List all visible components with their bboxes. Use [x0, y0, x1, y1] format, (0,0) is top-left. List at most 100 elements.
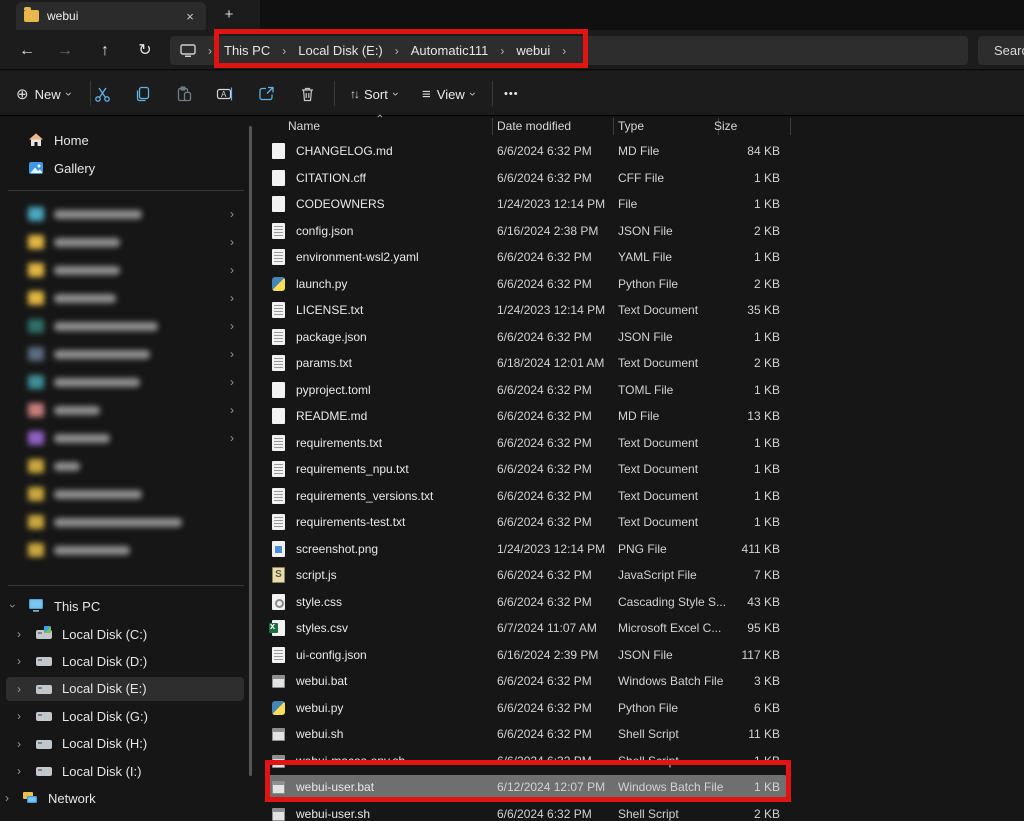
chevron-collapsed-icon[interactable]: ›	[12, 709, 26, 723]
back-button[interactable]: ←	[14, 38, 40, 64]
file-row[interactable]: CODEOWNERS 1/24/2023 12:14 PM File 1 KB	[252, 191, 792, 218]
cut-button[interactable]	[85, 79, 119, 109]
paste-button[interactable]	[167, 79, 201, 109]
chevron-collapsed-icon[interactable]: ›	[12, 627, 26, 641]
column-header-size[interactable]: Size	[714, 119, 737, 133]
new-button[interactable]: ⊕ New ›	[16, 79, 71, 109]
file-row[interactable]: webui.sh 6/6/2024 6:32 PM Shell Script 1…	[252, 721, 792, 748]
column-divider[interactable]	[613, 118, 614, 135]
tab-close-icon[interactable]: ×	[182, 9, 198, 24]
share-button[interactable]	[249, 79, 283, 109]
sidebar-pinned-item[interactable]	[6, 538, 244, 562]
column-header-date[interactable]: Date modified	[497, 119, 571, 133]
refresh-button[interactable]: ↻	[132, 38, 158, 64]
sidebar-pinned-item[interactable]	[6, 510, 244, 534]
sort-button[interactable]: ↑↓ Sort ›	[350, 79, 398, 109]
up-button[interactable]: ↑	[92, 38, 118, 64]
file-row[interactable]: environment-wsl2.yaml 6/6/2024 6:32 PM Y…	[252, 244, 792, 271]
file-row[interactable]: package.json 6/6/2024 6:32 PM JSON File …	[252, 324, 792, 351]
file-date-modified: 6/6/2024 6:32 PM	[497, 515, 592, 529]
sidebar-item-gallery[interactable]: Gallery	[6, 156, 244, 180]
explorer-tab[interactable]: webui ×	[16, 2, 206, 30]
chevron-right-icon[interactable]: ›	[230, 375, 234, 389]
file-row[interactable]: pyproject.toml 6/6/2024 6:32 PM TOML Fil…	[252, 377, 792, 404]
sidebar-item-drive[interactable]: ›Local Disk (E:)	[6, 677, 244, 701]
chevron-right-icon: ›	[200, 44, 220, 58]
chevron-right-icon[interactable]: ›	[230, 403, 234, 417]
breadcrumb-item[interactable]: Local Disk (E:)	[294, 43, 387, 58]
file-row[interactable]: styles.csv 6/7/2024 11:07 AM Microsoft E…	[252, 615, 792, 642]
chevron-collapsed-icon[interactable]: ›	[0, 791, 14, 805]
file-size: 1 KB	[692, 515, 780, 529]
file-row[interactable]: requirements_versions.txt 6/6/2024 6:32 …	[252, 483, 792, 510]
file-row[interactable]: config.json 6/16/2024 2:38 PM JSON File …	[252, 218, 792, 245]
chevron-collapsed-icon[interactable]: ›	[12, 682, 26, 696]
sidebar-pinned-item[interactable]: ›	[6, 314, 244, 338]
file-row[interactable]: requirements.txt 6/6/2024 6:32 PM Text D…	[252, 430, 792, 457]
file-row[interactable]: CHANGELOG.md 6/6/2024 6:32 PM MD File 84…	[252, 138, 792, 165]
column-divider[interactable]	[492, 118, 493, 135]
breadcrumb-item[interactable]: webui	[512, 43, 554, 58]
chevron-collapsed-icon[interactable]: ›	[12, 654, 26, 668]
address-bar[interactable]: › This PC›Local Disk (E:)›Automatic111›w…	[170, 36, 968, 65]
file-row[interactable]: webui.py 6/6/2024 6:32 PM Python File 6 …	[252, 695, 792, 722]
sidebar-item-this-pc[interactable]: › This PC	[6, 594, 244, 618]
sidebar-item-home[interactable]: Home	[6, 128, 244, 152]
file-row[interactable]: webui-user.sh 6/6/2024 6:32 PM Shell Scr…	[252, 801, 792, 821]
search-input[interactable]: Search	[978, 36, 1024, 65]
file-row[interactable]: webui-macos-env.sh 6/6/2024 6:32 PM Shel…	[252, 748, 792, 775]
file-row[interactable]: requirements-test.txt 6/6/2024 6:32 PM T…	[252, 509, 792, 536]
sidebar-pinned-item[interactable]: ›	[6, 202, 244, 226]
file-row[interactable]: ui-config.json 6/16/2024 2:39 PM JSON Fi…	[252, 642, 792, 669]
sidebar-item-drive[interactable]: ›Local Disk (G:)	[6, 704, 244, 728]
sidebar-pinned-item[interactable]	[6, 482, 244, 506]
copy-button[interactable]	[126, 79, 160, 109]
file-row[interactable]: style.css 6/6/2024 6:32 PM Cascading Sty…	[252, 589, 792, 616]
file-row[interactable]: screenshot.png 1/24/2023 12:14 PM PNG Fi…	[252, 536, 792, 563]
chevron-right-icon[interactable]: ›	[230, 235, 234, 249]
new-tab-button[interactable]: +	[218, 4, 240, 26]
chevron-right-icon[interactable]: ›	[230, 263, 234, 277]
rename-button[interactable]: A	[208, 79, 242, 109]
chevron-expanded-icon[interactable]: ›	[6, 599, 20, 613]
forward-button[interactable]: →	[52, 38, 78, 64]
file-row[interactable]: requirements_npu.txt 6/6/2024 6:32 PM Te…	[252, 456, 792, 483]
view-button[interactable]: ≡ View ›	[422, 79, 475, 109]
chevron-right-icon[interactable]: ›	[230, 291, 234, 305]
chevron-right-icon[interactable]: ›	[230, 207, 234, 221]
column-header-type[interactable]: Type	[618, 119, 644, 133]
sidebar-pinned-item[interactable]: ›	[6, 286, 244, 310]
chevron-collapsed-icon[interactable]: ›	[12, 764, 26, 778]
file-row[interactable]: webui-user.bat 6/12/2024 12:07 PM Window…	[252, 774, 792, 801]
sidebar-item-drive[interactable]: ›Local Disk (C:)	[6, 622, 244, 646]
sidebar-pinned-item[interactable]: ›	[6, 342, 244, 366]
sidebar-pinned-item[interactable]: ›	[6, 426, 244, 450]
chevron-collapsed-icon[interactable]: ›	[12, 737, 26, 751]
breadcrumb-item[interactable]: Automatic111	[407, 43, 493, 58]
breadcrumb-item[interactable]: This PC	[220, 43, 274, 58]
file-row[interactable]: params.txt 6/18/2024 12:01 AM Text Docum…	[252, 350, 792, 377]
sidebar-pinned-item[interactable]: ›	[6, 370, 244, 394]
sidebar-pinned-item[interactable]: ›	[6, 258, 244, 282]
sidebar-item-network[interactable]: › Network	[6, 786, 244, 810]
file-row[interactable]: CITATION.cff 6/6/2024 6:32 PM CFF File 1…	[252, 165, 792, 192]
sidebar-pinned-item[interactable]	[6, 454, 244, 478]
sidebar-pinned-item[interactable]: ›	[6, 398, 244, 422]
file-row[interactable]: script.js 6/6/2024 6:32 PM JavaScript Fi…	[252, 562, 792, 589]
chevron-right-icon[interactable]: ›	[230, 431, 234, 445]
sidebar-item-drive[interactable]: ›Local Disk (D:)	[6, 649, 244, 673]
file-name: package.json	[296, 330, 367, 344]
column-header-name[interactable]: Name	[288, 119, 320, 133]
chevron-right-icon[interactable]: ›	[230, 319, 234, 333]
file-row[interactable]: webui.bat 6/6/2024 6:32 PM Windows Batch…	[252, 668, 792, 695]
file-row[interactable]: LICENSE.txt 1/24/2023 12:14 PM Text Docu…	[252, 297, 792, 324]
chevron-right-icon[interactable]: ›	[230, 347, 234, 361]
file-row[interactable]: README.md 6/6/2024 6:32 PM MD File 13 KB	[252, 403, 792, 430]
sidebar-item-drive[interactable]: ›Local Disk (I:)	[6, 759, 244, 783]
delete-button[interactable]	[290, 79, 324, 109]
file-row[interactable]: launch.py 6/6/2024 6:32 PM Python File 2…	[252, 271, 792, 298]
column-divider[interactable]	[790, 118, 791, 135]
see-more-button[interactable]: •••	[504, 79, 519, 109]
sidebar-pinned-item[interactable]: ›	[6, 230, 244, 254]
sidebar-item-drive[interactable]: ›Local Disk (H:)	[6, 732, 244, 756]
